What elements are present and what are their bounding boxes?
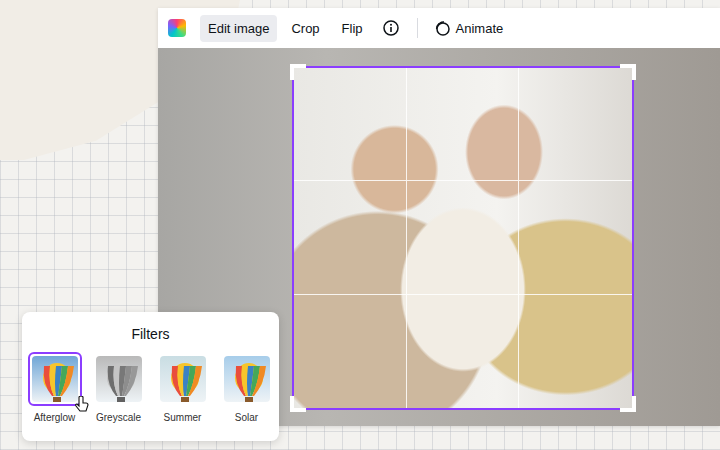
toolbar: Edit imageCrop Flip Animate bbox=[158, 8, 720, 48]
crop-handle[interactable] bbox=[620, 64, 636, 80]
crop-frame[interactable] bbox=[292, 66, 634, 410]
filter-thumbnail[interactable] bbox=[92, 352, 146, 406]
crop-grid-cell bbox=[294, 68, 407, 181]
filter-preview bbox=[160, 356, 206, 402]
filter-preview bbox=[96, 356, 142, 402]
crop-grid-cell bbox=[519, 295, 632, 408]
filter-label: Summer bbox=[164, 412, 202, 423]
filter-label: Greyscale bbox=[96, 412, 141, 423]
toolbar-divider bbox=[417, 18, 418, 38]
balloon-icon bbox=[224, 356, 270, 402]
hand-cursor-icon bbox=[74, 396, 92, 414]
crop-handle[interactable] bbox=[290, 64, 306, 80]
filter-thumbnail[interactable] bbox=[220, 352, 274, 406]
crop-grid-cell bbox=[407, 68, 520, 181]
filter-thumbnail[interactable] bbox=[156, 352, 210, 406]
crop-handle[interactable] bbox=[290, 396, 306, 412]
filter-thumbnail[interactable] bbox=[28, 352, 82, 406]
filters-list: Afterglow Greyscale Summer Solar bbox=[27, 352, 275, 423]
filter-item[interactable]: Summer bbox=[155, 352, 211, 423]
filter-item[interactable]: Afterglow bbox=[27, 352, 83, 423]
crop-grid-cell bbox=[519, 68, 632, 181]
toolbar-button[interactable]: Flip bbox=[334, 15, 371, 42]
balloon-icon bbox=[160, 356, 206, 402]
crop-handle[interactable] bbox=[620, 396, 636, 412]
crop-grid-cell bbox=[294, 181, 407, 294]
balloon-icon bbox=[32, 356, 78, 402]
info-icon[interactable] bbox=[383, 20, 399, 36]
filters-panel: Filters Afterglow Greyscale Summer Solar bbox=[22, 312, 279, 441]
filter-item[interactable]: Solar bbox=[219, 352, 275, 423]
toolbar-button[interactable]: Edit image bbox=[200, 15, 277, 42]
animate-icon bbox=[434, 20, 450, 36]
app-logo-icon[interactable] bbox=[168, 19, 186, 37]
crop-grid-cell bbox=[294, 295, 407, 408]
filter-preview bbox=[32, 356, 78, 402]
crop-grid-cell bbox=[407, 295, 520, 408]
filter-preview bbox=[224, 356, 270, 402]
animate-label[interactable]: Animate bbox=[456, 21, 504, 36]
filter-label: Solar bbox=[235, 412, 258, 423]
crop-grid-cell bbox=[407, 181, 520, 294]
filter-item[interactable]: Greyscale bbox=[91, 352, 147, 423]
filters-title: Filters bbox=[131, 326, 169, 342]
crop-grid-cell bbox=[519, 181, 632, 294]
filter-label: Afterglow bbox=[34, 412, 76, 423]
animate-button[interactable]: Animate bbox=[430, 14, 508, 42]
toolbar-button[interactable]: Crop bbox=[283, 15, 327, 42]
balloon-icon bbox=[96, 356, 142, 402]
family-photo bbox=[292, 66, 634, 410]
